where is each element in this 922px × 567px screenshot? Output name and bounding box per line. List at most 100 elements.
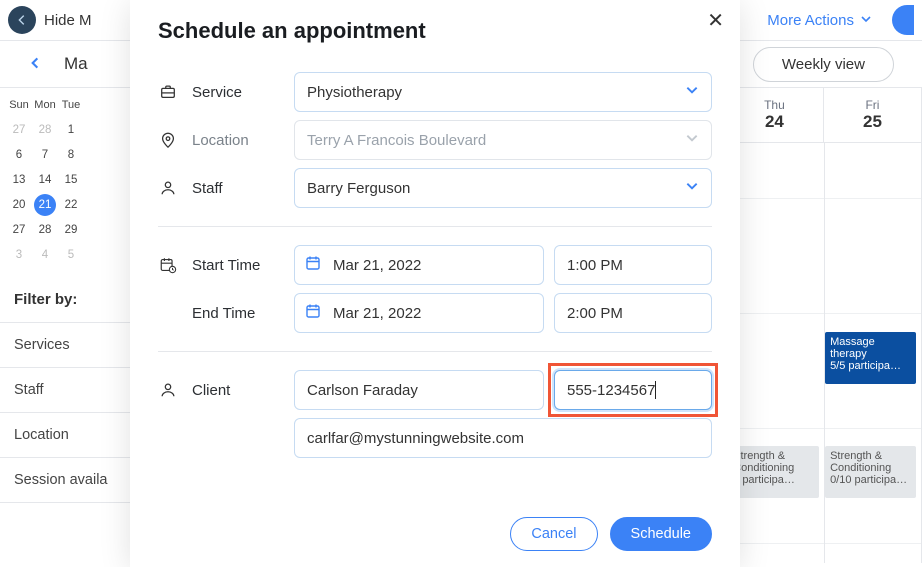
text-caret [655,381,656,399]
minical-day[interactable]: 6 [6,142,32,167]
more-actions-dropdown[interactable]: More Actions [767,12,872,29]
end-date-input[interactable]: Mar 21, 2022 [294,293,544,333]
start-date-input[interactable]: Mar 21, 2022 [294,245,544,285]
hide-menu-icon [8,6,36,34]
start-time-value: 1:00 PM [567,257,623,274]
filter-staff[interactable]: Staff [0,368,133,413]
view-selector-label: Weekly view [782,56,865,73]
event-title: Strength & Conditioning [733,450,814,474]
minical-day[interactable]: 28 [32,117,58,142]
end-time-label: End Time [192,305,280,322]
minical-dow: Sun [6,92,32,117]
event-sub: 0/10 participa… [830,474,911,486]
location-pin-icon [158,131,178,149]
event-title: Strength & Conditioning [830,450,911,474]
more-actions-label: More Actions [767,12,854,29]
minical-day[interactable]: 1 [58,117,84,142]
cancel-label: Cancel [531,526,576,542]
calendar-clock-icon [158,256,178,274]
minical-day[interactable]: 14 [32,167,58,192]
service-label: Service [192,84,280,101]
day-header-thu[interactable]: Thu 24 [726,88,824,143]
month-label: Ma [64,54,88,74]
client-name-input[interactable]: Carlson Faraday [294,370,544,410]
schedule-label: Schedule [631,526,691,542]
hide-menu-button[interactable]: Hide M [8,6,92,34]
left-panel: Sun Mon Tue 27 28 1 6 7 8 13 14 15 [0,88,134,567]
day-header-fri[interactable]: Fri 25 [824,88,922,143]
event-massage-therapy[interactable]: Massage therapy 5/5 participa… [825,332,916,384]
minical-day[interactable]: 13 [6,167,32,192]
minical-day[interactable]: 3 [6,242,32,267]
event-sub: 0 participa… [733,474,814,486]
client-name-value: Carlson Faraday [307,382,418,399]
minical-dow: Tue [58,92,84,117]
staff-select[interactable]: Barry Ferguson [294,168,712,208]
event-title: Massage therapy [830,336,911,360]
location-select: Terry A Francois Boulevard [294,120,712,160]
event-strength-conditioning[interactable]: Strength & Conditioning 0 participa… [728,446,819,498]
end-time-value: 2:00 PM [567,305,623,322]
client-phone-input[interactable]: 555-1234567 [554,370,712,410]
modal-body: Service Physiotherapy Location [130,54,740,503]
day-header-dow: Fri [865,98,879,112]
minical-day[interactable]: 5 [58,242,84,267]
staff-value: Barry Ferguson [307,180,410,197]
minical-day[interactable]: 4 [32,242,58,267]
start-date-value: Mar 21, 2022 [333,257,421,274]
client-email-value: carlfar@mystunningwebsite.com [307,430,524,447]
cancel-button[interactable]: Cancel [510,517,597,551]
chevron-down-icon [685,131,699,149]
minical-day[interactable]: 27 [6,217,32,242]
filter-services[interactable]: Services [0,323,133,368]
event-sub: 5/5 participa… [830,360,911,372]
close-button[interactable]: ✕ [707,8,724,33]
service-value: Physiotherapy [307,84,402,101]
client-email-input[interactable]: carlfar@mystunningwebsite.com [294,418,712,458]
minical-day[interactable]: 22 [58,192,84,217]
filter-session-availability[interactable]: Session availa [0,458,133,503]
primary-action-button[interactable] [892,5,914,35]
minical-dow: Mon [32,92,58,117]
client-label: Client [192,382,280,399]
day-header-dow: Thu [764,98,785,112]
mini-calendar[interactable]: Sun Mon Tue 27 28 1 6 7 8 13 14 15 [0,88,133,277]
minical-day[interactable]: 28 [32,217,58,242]
service-select[interactable]: Physiotherapy [294,72,712,112]
modal-footer: Cancel Schedule [130,503,740,567]
hide-menu-label: Hide M [44,12,92,29]
minical-day[interactable]: 20 [6,192,32,217]
event-strength-conditioning[interactable]: Strength & Conditioning 0/10 participa… [825,446,916,498]
person-icon [158,179,178,197]
section-service: Service Physiotherapy Location [158,54,712,227]
section-time: Start Time Mar 21, 2022 1:00 PM End Time [158,227,712,352]
day-header-num: 25 [863,112,882,132]
filter-by-label: Filter by: [0,277,133,323]
minical-day[interactable]: 8 [58,142,84,167]
prev-period-button[interactable] [28,54,42,75]
view-selector[interactable]: Weekly view [753,47,894,82]
schedule-button[interactable]: Schedule [610,517,712,551]
minical-day[interactable]: 7 [32,142,58,167]
person-icon [158,381,178,399]
start-time-input[interactable]: 1:00 PM [554,245,712,285]
end-date-value: Mar 21, 2022 [333,305,421,322]
chevron-down-icon [860,12,872,29]
calendar-icon [305,303,321,323]
location-label: Location [192,132,280,149]
staff-label: Staff [192,180,280,197]
day-header-num: 24 [765,112,784,132]
minical-day-selected[interactable]: 21 [32,192,58,217]
chevron-down-icon [685,179,699,197]
section-client: Client Carlson Faraday 555-1234567 [158,352,712,476]
end-time-input[interactable]: 2:00 PM [554,293,712,333]
start-time-label: Start Time [192,257,280,274]
filter-location[interactable]: Location [0,413,133,458]
location-value: Terry A Francois Boulevard [307,132,486,149]
client-phone-value: 555-1234567 [567,382,655,399]
minical-day[interactable]: 29 [58,217,84,242]
schedule-appointment-modal: ✕ Schedule an appointment Service Physio… [130,0,740,567]
minical-day[interactable]: 27 [6,117,32,142]
minical-day[interactable]: 15 [58,167,84,192]
modal-title: Schedule an appointment [130,0,740,54]
